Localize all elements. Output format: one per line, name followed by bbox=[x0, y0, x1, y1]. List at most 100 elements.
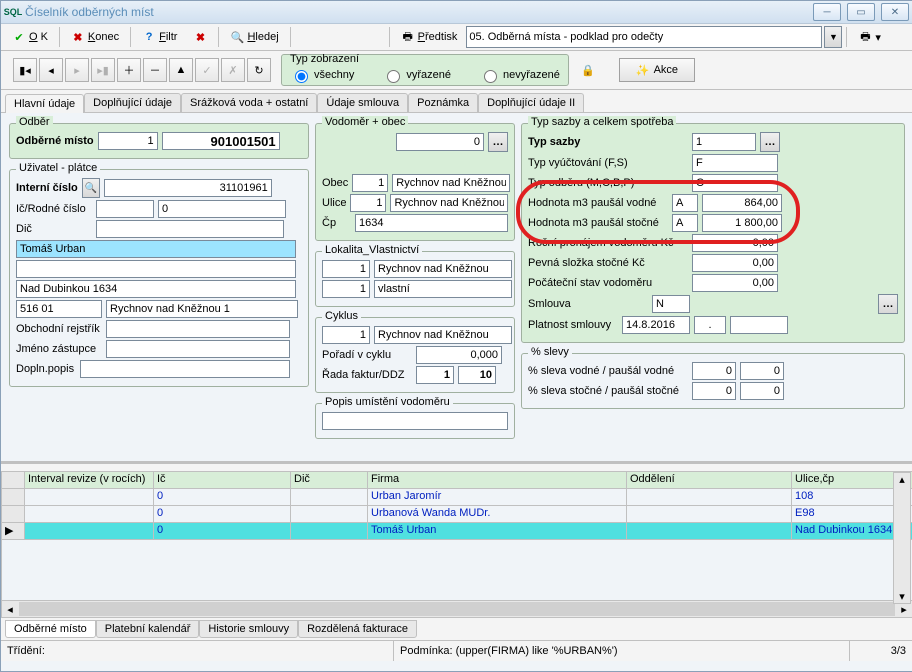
platnost-label: Platnost smlouvy bbox=[528, 319, 618, 331]
refresh-button[interactable]: ↻ bbox=[247, 58, 271, 82]
lock-icon[interactable]: 🔒 bbox=[579, 61, 597, 79]
hodn-vodne-field[interactable] bbox=[702, 194, 782, 212]
blank-field[interactable] bbox=[16, 260, 296, 278]
ulice-n-field[interactable] bbox=[350, 194, 386, 212]
pocatecni-stav-field[interactable] bbox=[692, 274, 778, 292]
lokalita-2t[interactable] bbox=[374, 280, 512, 298]
next-button[interactable]: ▸ bbox=[65, 58, 89, 82]
obch-rejstrik-field[interactable] bbox=[106, 320, 290, 338]
radio-discarded[interactable]: vyřazené bbox=[382, 67, 451, 83]
lokalita-2n[interactable] bbox=[322, 280, 370, 298]
tab-doplnujici2[interactable]: Doplňující údaje II bbox=[478, 93, 584, 112]
first-button[interactable]: ▮◂ bbox=[13, 58, 37, 82]
rodne-field[interactable] bbox=[158, 200, 286, 218]
btab-odberne[interactable]: Odběrné místo bbox=[5, 620, 96, 638]
jmeno-zastupce-field[interactable] bbox=[106, 340, 290, 358]
lookup-vodomer[interactable]: … bbox=[488, 132, 508, 152]
last-button[interactable]: ▸▮ bbox=[91, 58, 115, 82]
close-button[interactable]: ✕ bbox=[881, 3, 909, 21]
commit-button[interactable]: ✓ bbox=[195, 58, 219, 82]
smlouva-lookup[interactable]: … bbox=[878, 294, 898, 314]
poradi-field[interactable] bbox=[416, 346, 502, 364]
lookup-icon[interactable]: 🔍 bbox=[82, 178, 100, 198]
tab-smlouva[interactable]: Údaje smlouva bbox=[317, 93, 408, 112]
akce-button[interactable]: ✨Akce bbox=[619, 58, 695, 82]
typ-sazby-field[interactable] bbox=[692, 133, 756, 151]
typ-odberu-field[interactable] bbox=[692, 174, 778, 192]
lokalita-1n[interactable] bbox=[322, 260, 370, 278]
table-row[interactable]: ▶0Tomáš UrbanNad Dubinkou 1634 bbox=[1, 523, 912, 540]
typ-sazby-lookup[interactable]: … bbox=[760, 132, 780, 152]
jmeno-field[interactable] bbox=[16, 240, 296, 258]
odberne-misto-2[interactable] bbox=[162, 132, 280, 150]
btab-kalendar[interactable]: Platební kalendář bbox=[96, 620, 200, 638]
radio-all[interactable]: všechny bbox=[290, 67, 354, 83]
dic-field[interactable] bbox=[96, 220, 284, 238]
sleva-stocne-1[interactable] bbox=[692, 382, 736, 400]
cyklus-t[interactable] bbox=[374, 326, 512, 344]
col-firma[interactable]: Firma bbox=[368, 472, 627, 489]
delete-button[interactable]: － bbox=[143, 58, 167, 82]
smlouva-field[interactable] bbox=[652, 295, 690, 313]
col-oddeleni[interactable]: Oddělení bbox=[627, 472, 792, 489]
edit-button[interactable]: ▲ bbox=[169, 58, 193, 82]
sleva-vodne-1[interactable] bbox=[692, 362, 736, 380]
platnost2-field[interactable] bbox=[694, 316, 726, 334]
vodomer-field[interactable] bbox=[396, 133, 484, 151]
obec-n-field[interactable] bbox=[352, 174, 388, 192]
sleva-stocne-2[interactable] bbox=[740, 382, 784, 400]
predtisk-select[interactable] bbox=[466, 26, 822, 48]
table-row[interactable]: 0Urban Jaromír108 bbox=[1, 489, 912, 506]
cp-field[interactable] bbox=[355, 214, 508, 232]
add-button[interactable]: ＋ bbox=[117, 58, 141, 82]
col-ic[interactable]: Ič bbox=[154, 472, 291, 489]
minimize-button[interactable]: ─ bbox=[813, 3, 841, 21]
platnost-field[interactable] bbox=[622, 316, 690, 334]
platnost3-field[interactable] bbox=[730, 316, 788, 334]
btab-fakturace[interactable]: Rozdělená fakturace bbox=[298, 620, 417, 638]
tab-poznamka[interactable]: Poznámka bbox=[408, 93, 478, 112]
ic-field[interactable] bbox=[96, 200, 154, 218]
hodn-stocne-field[interactable] bbox=[702, 214, 782, 232]
cyklus-n[interactable] bbox=[322, 326, 370, 344]
psc-field[interactable] bbox=[16, 300, 102, 318]
grid-scrollbar-v[interactable]: ▴▾ bbox=[893, 472, 911, 604]
cancel-button[interactable]: ✗ bbox=[221, 58, 245, 82]
col-dic[interactable]: Dič bbox=[291, 472, 368, 489]
mesto-field[interactable] bbox=[106, 300, 298, 318]
rada1-field[interactable] bbox=[416, 366, 454, 384]
popis-umist-field[interactable] bbox=[322, 412, 508, 430]
pevna-slozka-field[interactable] bbox=[692, 254, 778, 272]
tab-srazkova[interactable]: Srážková voda + ostatní bbox=[181, 93, 317, 112]
typ-vyuct-field[interactable] bbox=[692, 154, 778, 172]
prev-button[interactable]: ◂ bbox=[39, 58, 63, 82]
hledej-button[interactable]: 🔍Hledej bbox=[223, 26, 285, 48]
adresa-field[interactable] bbox=[16, 280, 296, 298]
odberne-misto-1[interactable] bbox=[98, 132, 158, 150]
rada2-field[interactable] bbox=[458, 366, 496, 384]
predtisk-dropdown[interactable]: ▼ bbox=[824, 26, 842, 48]
filtr-button[interactable]: ?Filtr bbox=[135, 26, 184, 48]
radio-active[interactable]: nevyřazené bbox=[479, 67, 560, 83]
hodn-stocne-kod[interactable] bbox=[672, 214, 698, 232]
lokalita-1t[interactable] bbox=[374, 260, 512, 278]
maximize-button[interactable]: ▭ bbox=[847, 3, 875, 21]
table-row[interactable]: 0Urbanová Wanda MUDr.E98 bbox=[1, 506, 912, 523]
tab-hlavni[interactable]: Hlavní údaje bbox=[5, 94, 84, 113]
dopln-popis-field[interactable] bbox=[80, 360, 290, 378]
hodn-vodne-kod[interactable] bbox=[672, 194, 698, 212]
ulice-t-field[interactable] bbox=[390, 194, 508, 212]
ok-button[interactable]: ✔OOKK bbox=[5, 26, 55, 48]
rocni-pronajem-field[interactable] bbox=[692, 234, 778, 252]
predtisk-button[interactable]: 🖶Předtisk bbox=[394, 26, 465, 48]
filter-clear-button[interactable]: ✖ bbox=[186, 26, 214, 48]
konec-button[interactable]: ✖Konec bbox=[64, 26, 126, 48]
print-button[interactable]: 🖶▾ bbox=[851, 26, 888, 48]
tab-doplnujici[interactable]: Doplňující údaje bbox=[84, 93, 181, 112]
interni-cislo-field[interactable] bbox=[104, 179, 272, 197]
grid-scrollbar-h[interactable]: ◂▸ bbox=[1, 600, 912, 618]
col-interval[interactable]: Interval revize (v rocích) bbox=[25, 472, 154, 489]
btab-historie[interactable]: Historie smlouvy bbox=[199, 620, 298, 638]
sleva-vodne-2[interactable] bbox=[740, 362, 784, 380]
obec-t-field[interactable] bbox=[392, 174, 510, 192]
